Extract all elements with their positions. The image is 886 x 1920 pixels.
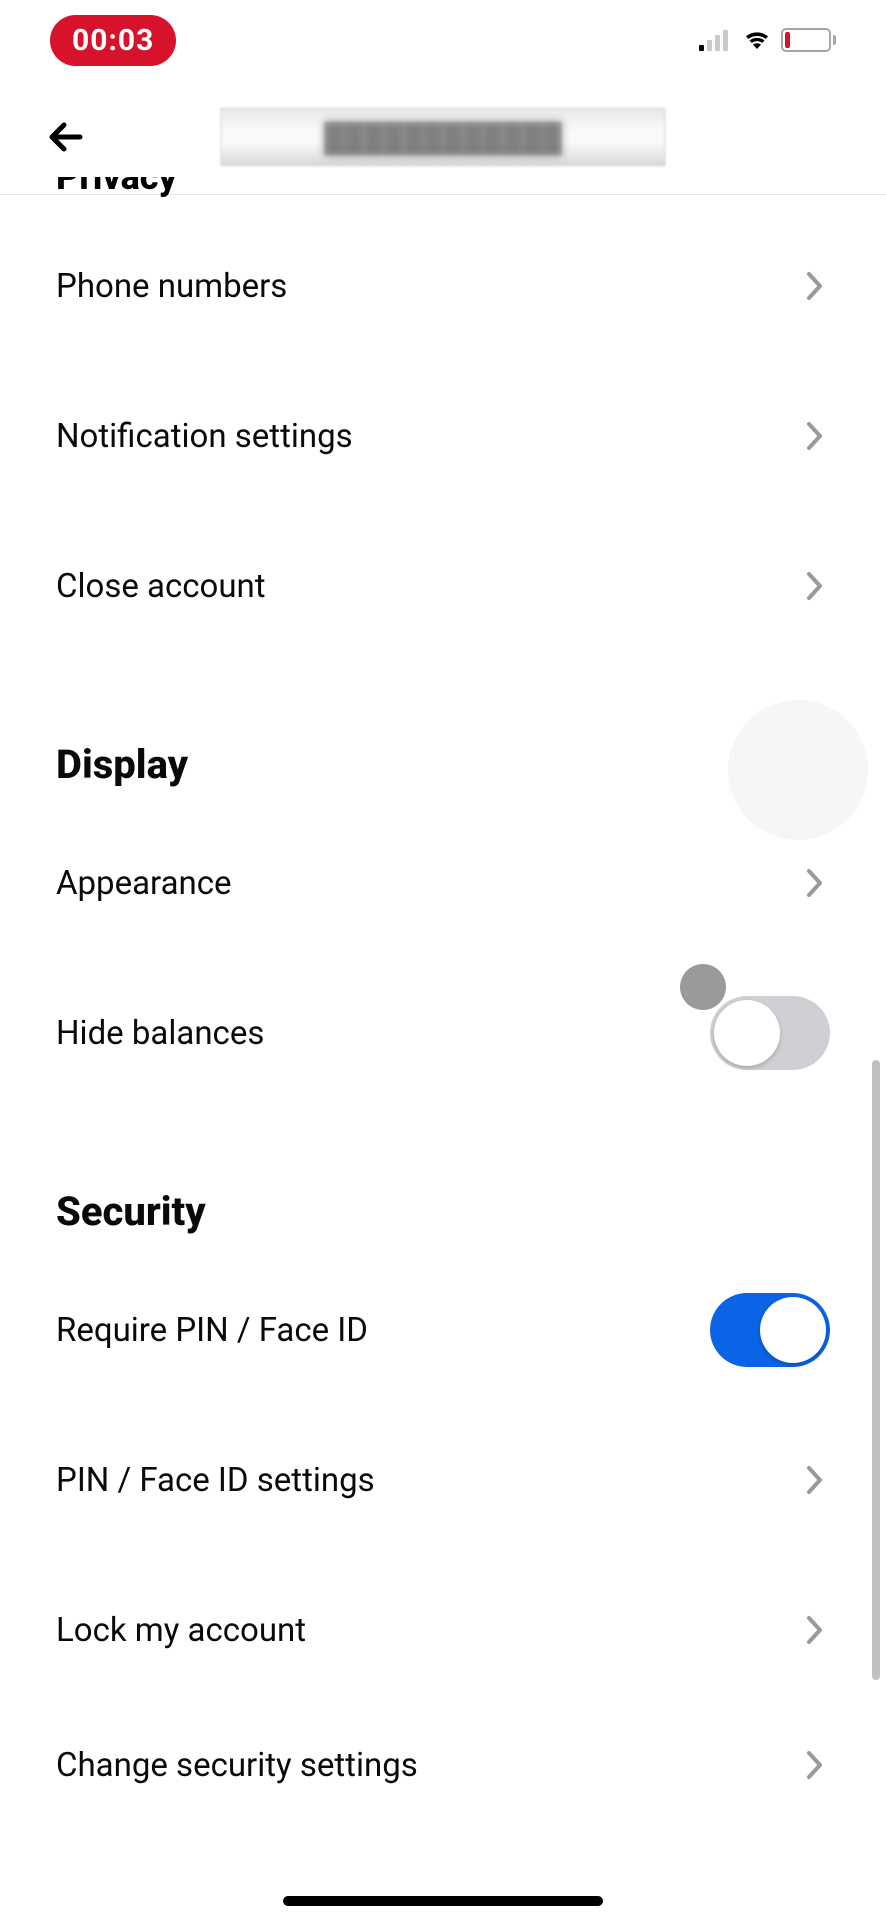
recording-time-pill: 00:03 <box>50 15 176 66</box>
chevron-right-icon <box>800 1465 830 1495</box>
lock-account-item[interactable]: Lock my account <box>56 1555 830 1705</box>
change-security-item[interactable]: Change security settings <box>56 1705 830 1825</box>
appearance-item[interactable]: Appearance <box>56 808 830 958</box>
chevron-right-icon <box>800 271 830 301</box>
pin-settings-label: PIN / Face ID settings <box>56 1461 375 1500</box>
close-account-label: Close account <box>56 567 266 606</box>
notification-settings-item[interactable]: Notification settings <box>56 361 830 511</box>
section-heading-display: Display <box>56 741 830 788</box>
phone-numbers-label: Phone numbers <box>56 267 287 306</box>
content-scroll[interactable]: Privacy Phone numbers Notification setti… <box>0 177 886 1825</box>
close-account-item[interactable]: Close account <box>56 511 830 661</box>
require-pin-item: Require PIN / Face ID <box>56 1255 830 1405</box>
home-indicator[interactable] <box>283 1896 603 1906</box>
hide-balances-item: Hide balances <box>56 958 830 1108</box>
page-title-blurred: ████████████ <box>221 108 666 166</box>
back-button[interactable] <box>42 112 92 162</box>
battery-percent: 13 <box>795 33 809 47</box>
lock-account-label: Lock my account <box>56 1611 306 1650</box>
chevron-right-icon <box>800 421 830 451</box>
require-pin-label: Require PIN / Face ID <box>56 1311 368 1350</box>
chevron-right-icon <box>800 1615 830 1645</box>
arrow-left-icon <box>46 116 88 158</box>
chevron-right-icon <box>800 571 830 601</box>
hide-balances-label: Hide balances <box>56 1014 264 1053</box>
change-security-label: Change security settings <box>56 1746 418 1785</box>
wifi-icon <box>743 29 771 51</box>
pin-settings-item[interactable]: PIN / Face ID settings <box>56 1405 830 1555</box>
chevron-right-icon <box>800 1750 830 1780</box>
status-bar: 00:03 13 <box>0 0 886 80</box>
status-right: 13 <box>699 28 836 52</box>
scrollbar[interactable] <box>872 1060 880 1680</box>
battery-icon: 13 <box>781 28 836 52</box>
notification-settings-label: Notification settings <box>56 417 353 456</box>
appearance-label: Appearance <box>56 864 232 903</box>
require-pin-toggle[interactable] <box>710 1293 830 1367</box>
cellular-signal-icon <box>699 29 733 51</box>
section-heading-privacy-partial: Privacy <box>56 177 830 201</box>
phone-numbers-item[interactable]: Phone numbers <box>56 211 830 361</box>
section-heading-security: Security <box>56 1188 830 1235</box>
hide-balances-toggle[interactable] <box>710 996 830 1070</box>
chevron-right-icon <box>800 868 830 898</box>
